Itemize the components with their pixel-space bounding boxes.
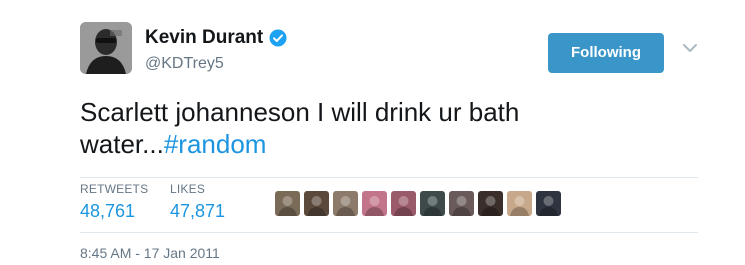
display-name[interactable]: Kevin Durant [145,25,287,51]
tweet-body-text: Scarlett johanneson I will drink ur bath… [80,97,520,159]
liker-avatar[interactable] [449,191,474,216]
retweets-label: RETWEETS [80,182,149,196]
liker-avatar[interactable] [478,191,503,216]
liker-avatar[interactable] [304,191,329,216]
display-name-text: Kevin Durant [145,27,264,48]
liker-avatar[interactable] [391,191,416,216]
likes-label: LIKES [170,182,206,196]
chevron-down-icon[interactable] [681,42,699,54]
retweets-stat[interactable]: RETWEETS 48,761 [80,182,148,222]
tweet-timestamp[interactable]: 8:45 AM - 17 Jan 2011 [80,244,220,262]
verified-badge-icon [269,29,287,47]
divider-bottom [80,232,698,233]
user-handle[interactable]: @KDTrey5 [145,54,224,74]
following-button[interactable]: Following [548,33,664,73]
liker-avatar[interactable] [362,191,387,216]
liker-avatar[interactable] [507,191,532,216]
avatar-image [80,22,132,74]
hashtag-link[interactable]: #random [164,129,267,159]
liker-avatar[interactable] [275,191,300,216]
tweet-card: Kevin Durant @KDTrey5 Following Scarlett… [0,0,745,265]
liker-avatar[interactable] [536,191,561,216]
retweets-count[interactable]: 48,761 [80,200,148,222]
liker-avatar[interactable] [333,191,358,216]
divider-top [80,177,698,178]
liker-avatar[interactable] [420,191,445,216]
liker-avatars [275,191,561,217]
profile-avatar[interactable] [80,22,132,74]
likes-stat[interactable]: LIKES 47,871 [170,182,225,222]
likes-count[interactable]: 47,871 [170,200,225,222]
tweet-text: Scarlett johanneson I will drink ur bath… [80,96,700,160]
